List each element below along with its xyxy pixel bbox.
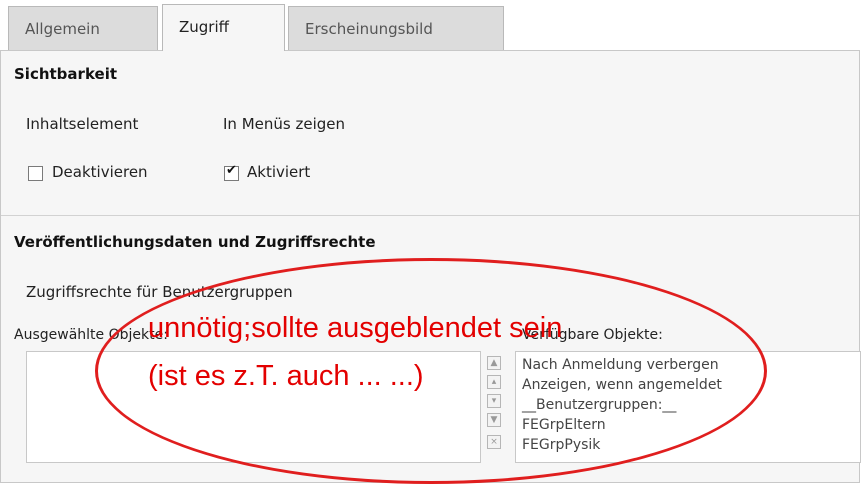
remove-icon[interactable]: ×: [487, 435, 501, 449]
move-up-icon[interactable]: ▴: [487, 375, 501, 389]
zugriff-panel: Sichtbarkeit Inhaltselement In Menüs zei…: [0, 50, 861, 483]
aktiviert-label: Aktiviert: [247, 163, 311, 181]
deaktivieren-checkbox[interactable]: [28, 166, 43, 181]
tab-bar: Allgemein Zugriff Erscheinungsbild: [0, 0, 864, 51]
annotation-text-line2: (ist es z.T. auch ... ...): [148, 360, 424, 392]
deaktivieren-label: Deaktivieren: [52, 163, 148, 181]
aktiviert-checkbox[interactable]: [224, 163, 239, 181]
list-item[interactable]: Nach Anmeldung verbergen: [522, 357, 719, 373]
tab-zugriff[interactable]: Zugriff: [162, 4, 285, 51]
move-down-icon[interactable]: ▾: [487, 394, 501, 408]
zugriffsrechte-subtitle: Zugriffsrechte für Benutzergruppen: [26, 283, 293, 301]
list-item[interactable]: FEGrpPysik: [522, 437, 600, 453]
in-menues-zeigen-label: In Menüs zeigen: [223, 115, 345, 133]
list-item[interactable]: __Benutzergruppen:__: [522, 397, 676, 413]
tab-erscheinungsbild[interactable]: Erscheinungsbild: [288, 6, 504, 50]
section-divider: [1, 215, 859, 216]
list-item[interactable]: Anzeigen, wenn angemeldet: [522, 377, 722, 393]
inhaltselement-label: Inhaltselement: [26, 115, 139, 133]
tab-label: Erscheinungsbild: [305, 20, 433, 38]
zugriffsrechte-section-title: Veröffentlichungsdaten und Zugriffsrecht…: [14, 233, 376, 251]
move-bottom-icon[interactable]: ▼: [487, 413, 501, 427]
list-item[interactable]: FEGrpEltern: [522, 417, 606, 433]
sichtbarkeit-title: Sichtbarkeit: [14, 65, 118, 83]
tab-label: Zugriff: [179, 18, 229, 36]
selected-objects-label: Ausgewählte Objekte:: [14, 327, 168, 343]
available-objects-list[interactable]: Nach Anmeldung verbergen Anzeigen, wenn …: [515, 351, 861, 463]
tab-label: Allgemein: [25, 20, 100, 38]
tab-allgemein[interactable]: Allgemein: [8, 6, 158, 50]
annotation-text-line1: unnötig;sollte ausgeblendet sein: [148, 312, 563, 344]
move-top-icon[interactable]: ▲: [487, 356, 501, 370]
